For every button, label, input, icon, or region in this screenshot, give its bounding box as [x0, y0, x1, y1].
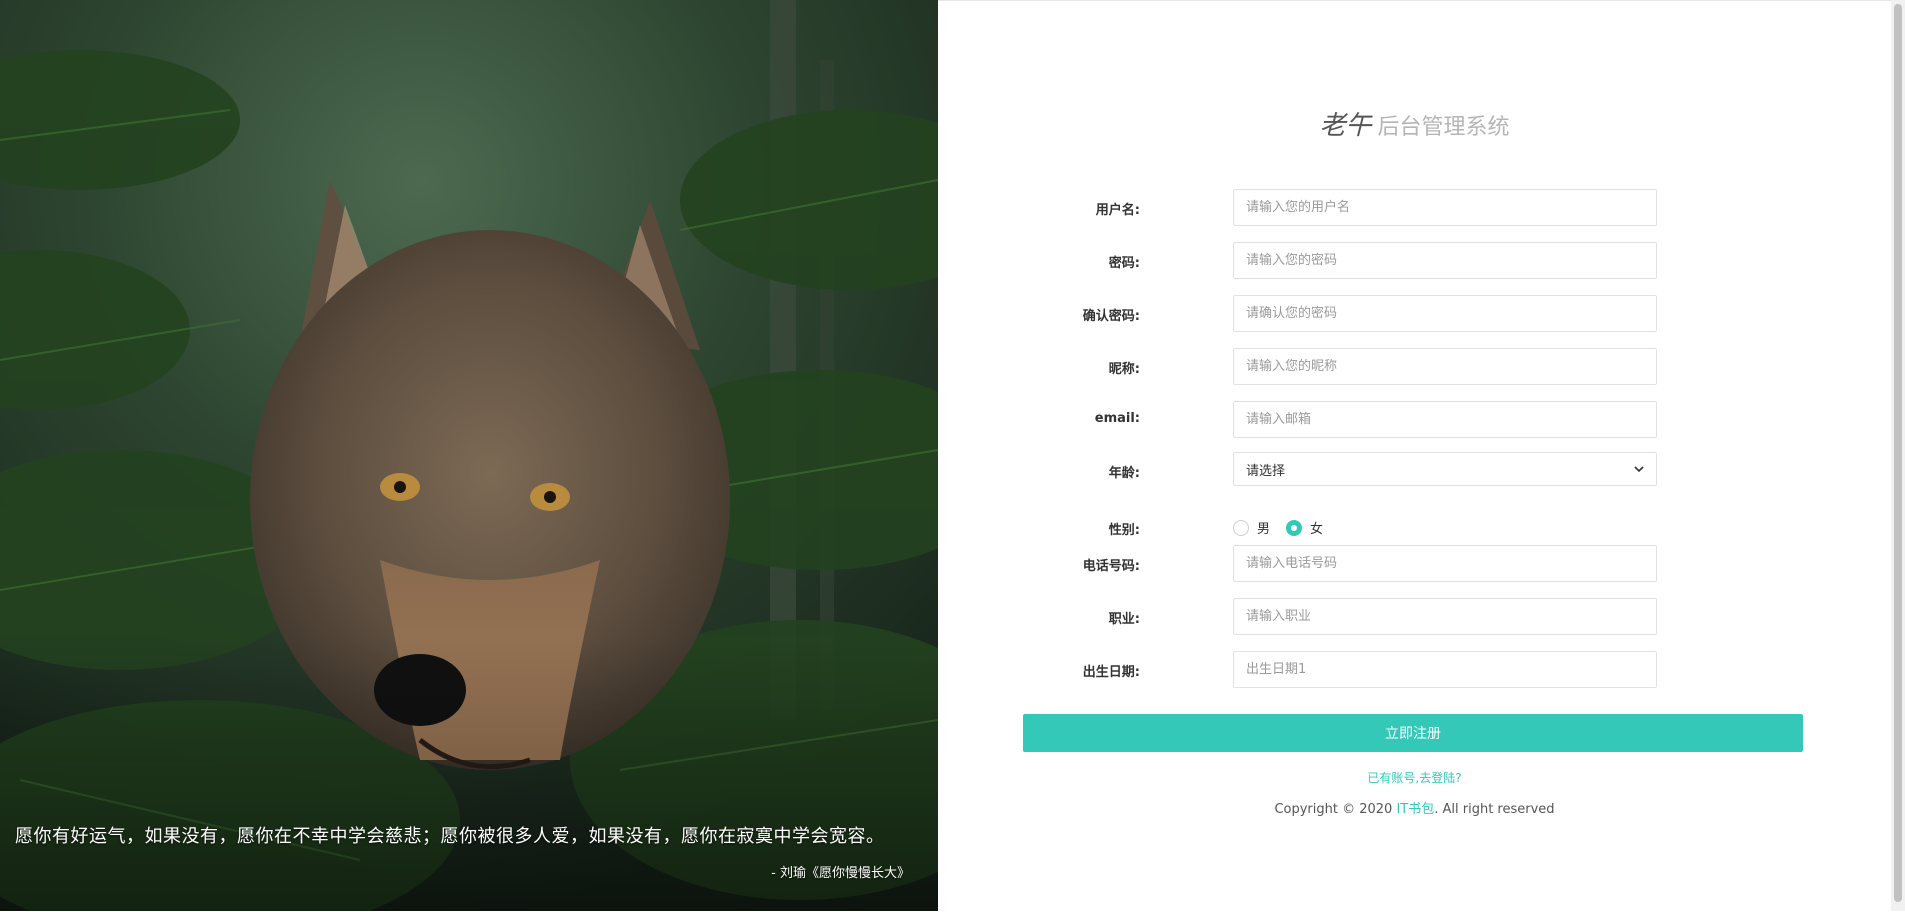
email-row: email:: [938, 401, 1891, 439]
nickname-row: 昵称:: [938, 348, 1891, 386]
job-label: 职业:: [1108, 612, 1140, 627]
password-input[interactable]: [1233, 242, 1657, 279]
gender-option-female[interactable]: 女: [1310, 518, 1323, 537]
confirm-password-input[interactable]: [1233, 295, 1657, 332]
gender-option-male[interactable]: 男: [1257, 518, 1270, 537]
gender-row: 性别: 男 女: [938, 509, 1891, 547]
confirm-password-row: 确认密码:: [938, 295, 1891, 333]
age-row: 年龄: 请选择: [938, 452, 1891, 490]
quote-text: 愿你有好运气，如果没有，愿你在不幸中学会慈悲；愿你被很多人爱，如果没有，愿你在寂…: [15, 826, 885, 847]
age-select[interactable]: 请选择: [1233, 452, 1657, 486]
hero-image-panel: 愿你有好运气，如果没有，愿你在不幸中学会慈悲；愿你被很多人爱，如果没有，愿你在寂…: [0, 0, 938, 911]
gender-label: 性别:: [1108, 523, 1140, 538]
age-select-value: 请选择: [1246, 463, 1286, 479]
copyright-suffix: . All right reserved: [1434, 802, 1555, 817]
username-label: 用户名:: [1095, 203, 1140, 218]
username-input[interactable]: [1233, 189, 1657, 226]
wolf-photo: [0, 0, 938, 911]
copyright-prefix: Copyright © 2020: [1274, 802, 1397, 817]
job-row: 职业:: [938, 598, 1891, 636]
nickname-input[interactable]: [1233, 348, 1657, 385]
confirm-password-label: 确认密码:: [1082, 309, 1140, 324]
brand-logo: 老午: [1319, 111, 1372, 141]
gender-radio-female[interactable]: [1286, 519, 1303, 536]
username-row: 用户名:: [938, 189, 1891, 227]
email-label: email:: [1094, 411, 1140, 426]
login-link[interactable]: 已有账号,去登陆?: [938, 769, 1891, 786]
brand-link[interactable]: IT书包: [1396, 802, 1434, 817]
quote-author: - 刘瑜《愿你慢慢长大》: [771, 866, 910, 881]
vertical-scrollbar[interactable]: [1891, 0, 1905, 911]
scrollbar-thumb[interactable]: [1894, 4, 1902, 902]
email-input[interactable]: [1233, 401, 1657, 438]
job-input[interactable]: [1233, 598, 1657, 635]
copyright: Copyright © 2020 IT书包. All right reserve…: [938, 798, 1891, 817]
phone-input[interactable]: [1233, 545, 1657, 582]
phone-label: 电话号码:: [1082, 559, 1140, 574]
page-title: 老午 后台管理系统: [938, 105, 1891, 142]
age-label: 年龄:: [1108, 466, 1140, 481]
nickname-label: 昵称:: [1108, 362, 1140, 377]
register-panel: 老午后台管理系统 用户名: 密码: 确认密码: 昵称: email: 年龄: 请…: [938, 0, 1891, 912]
birthday-row: 出生日期:: [938, 651, 1891, 689]
chevron-down-icon: [1634, 466, 1644, 473]
register-button[interactable]: 立即注册: [1023, 714, 1803, 752]
gender-radio-male[interactable]: [1233, 519, 1249, 536]
system-title: 后台管理系统: [1377, 115, 1510, 140]
gender-radio-group: 男 女: [1233, 518, 1339, 537]
phone-row: 电话号码:: [938, 545, 1891, 583]
birthday-input[interactable]: [1233, 651, 1657, 688]
birthday-label: 出生日期:: [1082, 665, 1140, 680]
password-label: 密码:: [1108, 256, 1140, 271]
password-row: 密码:: [938, 242, 1891, 280]
